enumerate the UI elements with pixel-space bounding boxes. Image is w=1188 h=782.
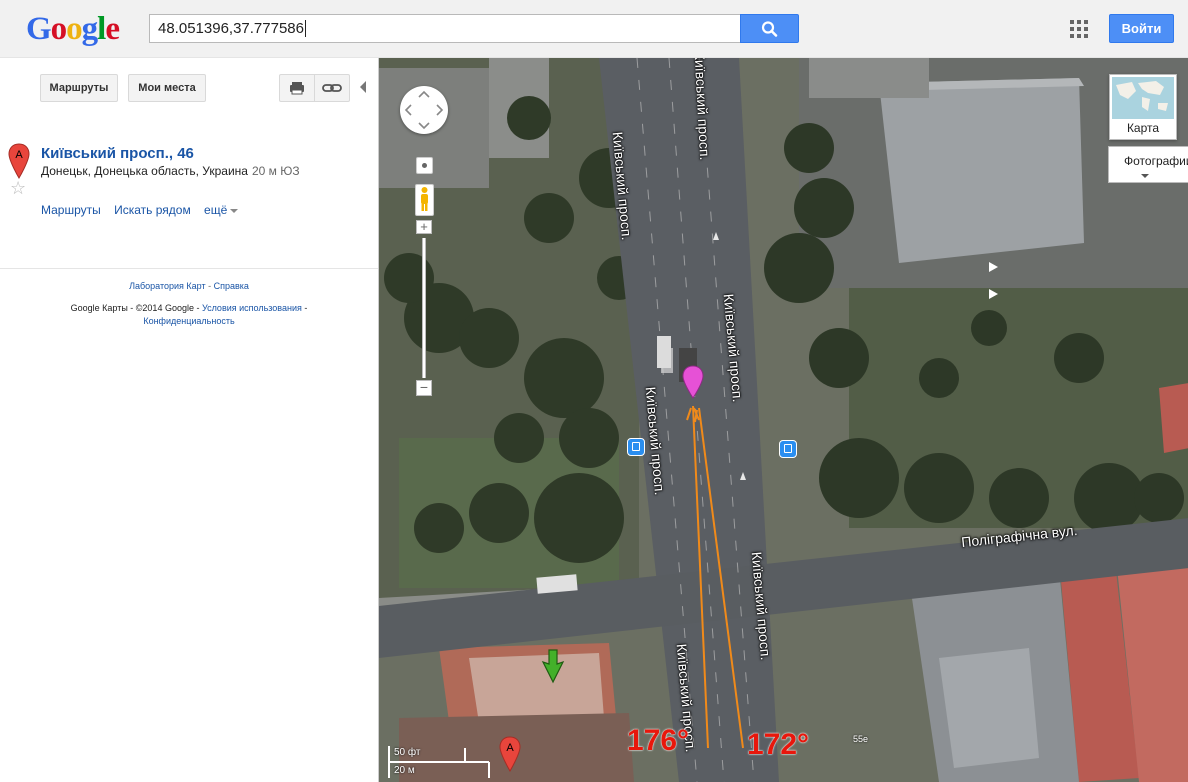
signin-button[interactable]: Войти — [1109, 14, 1174, 43]
print-button[interactable] — [279, 74, 315, 102]
photos-label: Фотографии — [1124, 154, 1188, 168]
header-bar: Google 48.051396,37.777586 Войти — [0, 0, 1188, 58]
link-button[interactable] — [314, 74, 350, 102]
logo-letter: o — [66, 11, 82, 47]
collapse-panel-icon[interactable] — [360, 81, 366, 93]
routes-link[interactable]: Маршруты — [41, 203, 101, 217]
search-input[interactable]: 48.051396,37.777586 — [149, 14, 741, 43]
recenter-button[interactable] — [416, 157, 433, 174]
scale-feet-label: 50 фт — [394, 747, 421, 758]
result-marker-icon[interactable]: A — [8, 143, 30, 179]
labs-link[interactable]: Лаборатория Карт — [129, 281, 206, 291]
world-map-icon — [1116, 81, 1168, 111]
logo-letter: o — [50, 11, 67, 47]
more-link[interactable]: ещё — [204, 203, 239, 217]
search-button[interactable] — [740, 14, 799, 43]
copyright-text: Google Карты - ©2014 Google - — [70, 303, 202, 313]
scale-meters-label: 20 м — [394, 765, 415, 776]
map-type-label: Карта — [1126, 121, 1160, 135]
zoom-slider[interactable] — [422, 238, 426, 378]
logo-letter: G — [26, 11, 52, 47]
address-text: Донецьк, Донецька область, Украина — [41, 164, 248, 178]
pegman-icon — [421, 187, 428, 211]
chevron-down-icon — [1141, 174, 1149, 178]
search-nearby-link[interactable]: Искать рядом — [114, 203, 191, 217]
zoom-in-button[interactable]: + — [416, 220, 432, 234]
satellite-imagery — [379, 58, 1188, 782]
chevron-down-icon — [230, 208, 239, 213]
angle-label-left: 176° — [627, 724, 690, 757]
marker-letter: A — [506, 742, 514, 754]
place-address: Донецьк, Донецька область, Украина 20 м Ю… — [41, 164, 300, 178]
link-icon — [322, 84, 342, 92]
logo-letter: l — [97, 11, 106, 47]
google-logo[interactable]: Google — [26, 11, 120, 48]
privacy-link[interactable]: Конфиденциальность — [143, 316, 234, 326]
logo-letter: e — [105, 11, 120, 47]
marker-letter: A — [15, 149, 23, 161]
footer-legal: Google Карты - ©2014 Google - Условия ис… — [0, 302, 378, 328]
terms-link[interactable]: Условия использования — [202, 303, 302, 313]
result-marker-icon[interactable]: A — [499, 736, 521, 772]
search-value: 48.051396,37.777586 — [158, 20, 304, 37]
dot-icon — [422, 163, 427, 168]
location-pin-icon[interactable] — [681, 365, 705, 399]
angle-label-right: 172° — [747, 728, 810, 761]
my-places-button[interactable]: Мои места — [128, 74, 206, 102]
pan-control[interactable] — [400, 86, 448, 134]
map-canvas[interactable]: A Київський просп. Київський просп. Київ… — [378, 58, 1188, 782]
search-icon — [761, 21, 778, 37]
star-icon[interactable]: ☆ — [10, 178, 26, 199]
apps-grid-icon[interactable] — [1070, 20, 1088, 38]
scale-bar: 50 фт 20 м — [388, 746, 490, 778]
footer-links: Лаборатория Карт - Справка — [0, 281, 378, 291]
bus-stop-icon[interactable] — [779, 440, 797, 458]
help-link[interactable]: Справка — [214, 281, 249, 291]
sidebar-panel: Маршруты Мои места A ☆ Київський просп.,… — [0, 59, 378, 782]
street-view-pegman[interactable] — [415, 184, 434, 216]
street-view-arrow-icon[interactable] — [541, 648, 565, 684]
place-title[interactable]: Київський просп., 46 — [41, 145, 194, 162]
logo-letter: g — [81, 11, 98, 47]
photos-dropdown[interactable]: Фотографии — [1108, 146, 1188, 183]
routes-button[interactable]: Маршруты — [40, 74, 118, 102]
place-distance: 20 м ЮЗ — [251, 164, 300, 178]
print-icon — [290, 82, 304, 95]
more-label: ещё — [204, 203, 228, 217]
separator: - — [205, 281, 214, 291]
pan-arrows-icon — [404, 90, 444, 130]
poi-label: 55е — [853, 734, 869, 744]
separator: - — [301, 303, 308, 313]
map-type-toggle[interactable]: Карта — [1109, 74, 1177, 140]
divider — [0, 268, 378, 269]
zoom-out-button[interactable]: − — [416, 380, 432, 396]
map-thumbnail — [1112, 77, 1174, 119]
bus-stop-icon[interactable] — [627, 438, 645, 456]
place-actions: Маршруты Искать рядом ещё — [41, 203, 248, 217]
